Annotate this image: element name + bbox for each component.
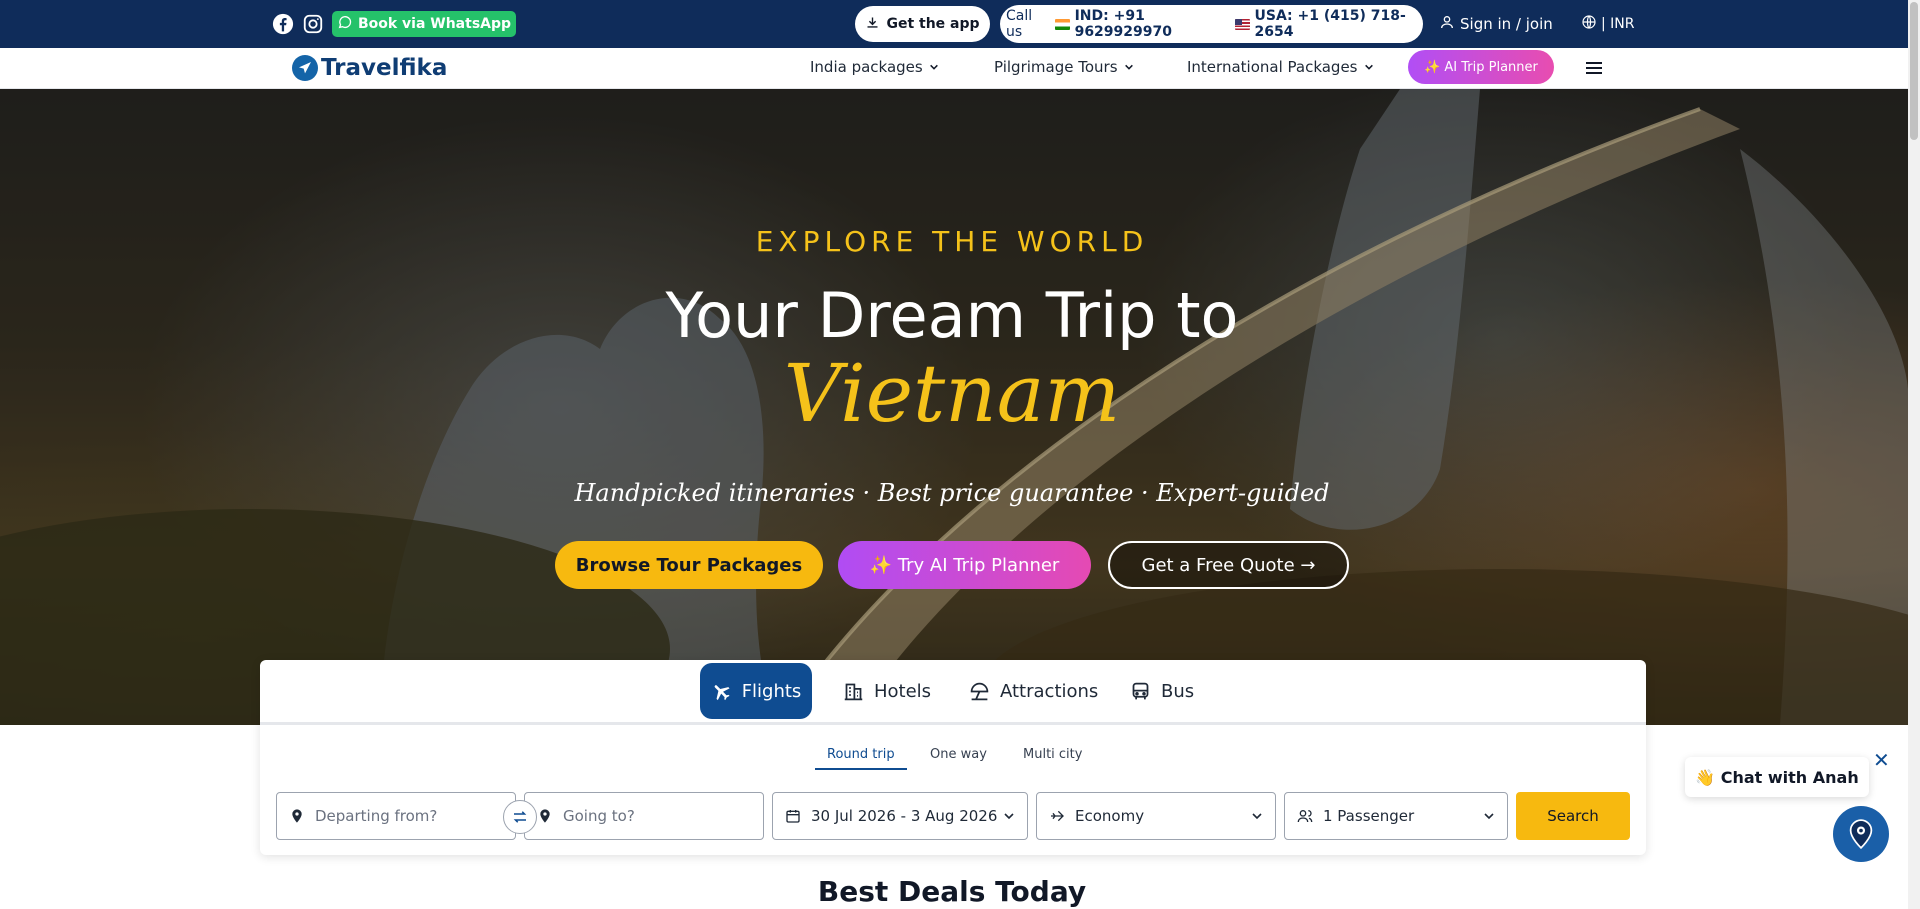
building-icon bbox=[844, 683, 863, 700]
usa-flag-icon bbox=[1235, 18, 1250, 30]
nav-international-packages[interactable]: International Packages bbox=[1187, 58, 1374, 76]
tab-attractions[interactable]: Attractions bbox=[969, 663, 1098, 719]
whatsapp-booking-button[interactable]: Book via WhatsApp bbox=[332, 11, 516, 37]
facebook-icon[interactable] bbox=[272, 13, 294, 35]
usa-phone-link[interactable]: USA: +1 (415) 718-2654 bbox=[1255, 8, 1423, 40]
location-pin-icon bbox=[292, 809, 302, 823]
going-to-field[interactable]: Going to? bbox=[524, 792, 764, 840]
location-pin-icon bbox=[540, 809, 550, 823]
plane-icon bbox=[1051, 810, 1064, 822]
bus-icon bbox=[1132, 682, 1149, 699]
chevron-down-icon bbox=[1484, 813, 1494, 820]
tab-bus[interactable]: Bus bbox=[1130, 663, 1194, 719]
plane-logo-icon bbox=[292, 55, 318, 81]
nav-item-label: International Packages bbox=[1187, 58, 1358, 76]
menu-icon[interactable] bbox=[1586, 59, 1604, 77]
tabs-divider bbox=[260, 722, 1646, 725]
chat-launcher-button[interactable] bbox=[1833, 806, 1889, 862]
currency-label: | INR bbox=[1601, 16, 1635, 32]
chevron-down-icon bbox=[1124, 64, 1133, 70]
one-way-option[interactable]: One way bbox=[930, 747, 987, 762]
chevron-down-icon bbox=[1252, 813, 1262, 820]
ai-trip-planner-button[interactable]: ✨ AI Trip Planner bbox=[1408, 50, 1554, 84]
download-icon bbox=[865, 15, 880, 34]
location-marker-icon bbox=[1849, 819, 1873, 849]
departing-from-placeholder: Departing from? bbox=[315, 807, 438, 825]
main-nav: Travelfika India packages Pilgrimage Tou… bbox=[0, 48, 1908, 89]
user-icon bbox=[1439, 14, 1455, 34]
close-icon[interactable]: ✕ bbox=[1873, 750, 1890, 770]
sign-in-label: Sign in / join bbox=[1460, 15, 1553, 33]
swap-icon bbox=[513, 811, 527, 823]
chevron-down-icon bbox=[929, 64, 938, 70]
passengers-select[interactable]: 1 Passenger bbox=[1284, 792, 1508, 840]
hero-tagline: Handpicked itineraries · Best price guar… bbox=[574, 479, 1330, 507]
try-ai-trip-planner-button[interactable]: ✨ Try AI Trip Planner bbox=[838, 541, 1091, 589]
beach-umbrella-icon bbox=[970, 682, 989, 700]
tab-label: Attractions bbox=[1000, 680, 1099, 702]
page-scrollbar[interactable] bbox=[1908, 0, 1920, 909]
call-us-pill: Call us IND: +91 9629929970 USA: +1 (415… bbox=[1000, 5, 1423, 43]
going-to-placeholder: Going to? bbox=[563, 807, 635, 825]
cabin-class-select[interactable]: Economy bbox=[1036, 792, 1276, 840]
passengers-value: 1 Passenger bbox=[1323, 807, 1415, 825]
travel-dates-value: 30 Jul 2026 - 3 Aug 2026 bbox=[811, 807, 998, 825]
swap-locations-button[interactable] bbox=[503, 800, 537, 834]
india-phone-link[interactable]: IND: +91 9629929970 bbox=[1075, 8, 1228, 40]
travel-dates-field[interactable]: 30 Jul 2026 - 3 Aug 2026 bbox=[772, 792, 1028, 840]
currency-selector[interactable]: | INR bbox=[1581, 13, 1635, 35]
round-trip-option[interactable]: Round trip bbox=[815, 747, 907, 770]
nav-item-label: Pilgrimage Tours bbox=[994, 58, 1118, 76]
multi-city-option[interactable]: Multi city bbox=[1023, 747, 1082, 762]
get-app-label: Get the app bbox=[886, 16, 980, 32]
browse-tour-packages-button[interactable]: Browse Tour Packages bbox=[555, 541, 823, 589]
departing-from-field[interactable]: Departing from? bbox=[276, 792, 516, 840]
nav-india-packages[interactable]: India packages bbox=[810, 58, 939, 76]
cabin-class-value: Economy bbox=[1075, 807, 1145, 825]
sign-in-link[interactable]: Sign in / join bbox=[1439, 13, 1553, 35]
scrollbar-thumb[interactable] bbox=[1910, 2, 1918, 140]
whatsapp-label: Book via WhatsApp bbox=[357, 16, 512, 32]
calendar-icon bbox=[786, 810, 800, 823]
get-free-quote-button[interactable]: Get a Free Quote → bbox=[1108, 541, 1349, 589]
tab-label: Flights bbox=[741, 680, 802, 702]
tab-label: Bus bbox=[1161, 680, 1195, 702]
instagram-icon[interactable] bbox=[302, 13, 324, 35]
chat-prompt-bubble[interactable]: 👋 Chat with Anah bbox=[1685, 757, 1869, 797]
best-deals-heading: Best Deals Today bbox=[817, 875, 1087, 908]
users-icon bbox=[1297, 810, 1313, 823]
call-us-label: Call us bbox=[1006, 8, 1033, 40]
hero-title: Your Dream Trip to bbox=[665, 279, 1239, 352]
chevron-down-icon bbox=[1004, 813, 1014, 820]
search-button[interactable]: Search bbox=[1516, 792, 1630, 840]
chevron-down-icon bbox=[1364, 64, 1373, 70]
plane-icon bbox=[714, 684, 730, 700]
tab-flights[interactable]: Flights bbox=[700, 663, 812, 719]
tab-label: Hotels bbox=[874, 680, 932, 702]
whatsapp-icon bbox=[337, 14, 353, 34]
logo-text: Travelfika bbox=[321, 55, 448, 81]
get-app-button[interactable]: Get the app bbox=[855, 6, 990, 42]
nav-pilgrimage-tours[interactable]: Pilgrimage Tours bbox=[994, 58, 1134, 76]
search-widget: Flights Hotels Attractions Bus Round tri… bbox=[260, 660, 1646, 855]
hero-destination: Vietnam bbox=[783, 347, 1121, 440]
travelfika-logo[interactable]: Travelfika bbox=[292, 54, 447, 82]
india-flag-icon bbox=[1055, 18, 1070, 30]
hero-eyebrow: EXPLORE THE WORLD bbox=[755, 225, 1149, 258]
hero-section: EXPLORE THE WORLD Your Dream Trip to Vie… bbox=[0, 89, 1908, 725]
globe-icon bbox=[1581, 14, 1597, 34]
tab-hotels[interactable]: Hotels bbox=[843, 663, 931, 719]
top-bar: Book via WhatsApp Get the app Call us IN… bbox=[0, 0, 1908, 48]
nav-item-label: India packages bbox=[810, 58, 923, 76]
